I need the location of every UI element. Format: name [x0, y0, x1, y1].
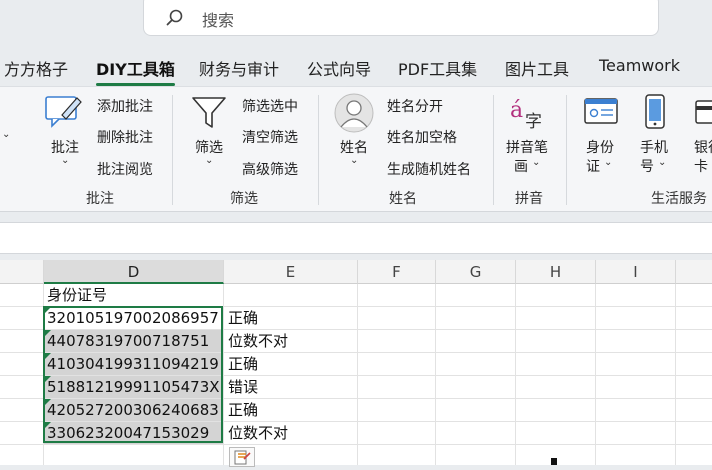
tab-finance-audit[interactable]: 财务与审计: [199, 56, 279, 80]
cell-result[interactable]: 正确: [228, 353, 258, 375]
group-label-name: 姓名: [389, 191, 417, 207]
cell-d1[interactable]: 身份证号: [47, 284, 107, 306]
chevron-down-icon[interactable]: ⌄: [658, 157, 666, 168]
chevron-down-icon[interactable]: ⌄: [604, 157, 612, 168]
column-header-d[interactable]: D: [44, 260, 224, 284]
group-label-annotate: 批注: [86, 191, 114, 207]
filter-button[interactable]: 筛选: [195, 137, 223, 157]
title-bar: 搜索: [0, 0, 712, 44]
id-card-icon: [584, 98, 618, 124]
annotate-button[interactable]: 批注: [51, 137, 79, 157]
formula-bar[interactable]: [0, 222, 712, 254]
ribbon-tabs: 方方格子 DIY工具箱 财务与审计 公式向导 PDF工具集 图片工具 Teamw…: [0, 50, 712, 86]
svg-text:字: 字: [525, 112, 542, 131]
cell-result[interactable]: 错误: [228, 376, 258, 398]
group-label-filter: 筛选: [230, 191, 258, 207]
delete-comment-button[interactable]: 删除批注: [97, 127, 153, 147]
chevron-down-icon[interactable]: ⌄: [2, 129, 10, 140]
cell-result[interactable]: 正确: [228, 399, 258, 421]
column-header-blank: [0, 260, 44, 284]
clear-filter-button[interactable]: 清空筛选: [242, 127, 298, 147]
chevron-down-icon[interactable]: ⌄: [350, 155, 358, 166]
tab-fangfang[interactable]: 方方格子: [4, 56, 68, 80]
random-name-button[interactable]: 生成随机姓名: [387, 159, 471, 179]
chevron-down-icon[interactable]: ⌄: [205, 155, 213, 166]
ribbon-panel: ⌄ 批注 ⌄ 添加批注 删除批注 批注阅览 批注 筛选 ⌄ 筛选选中 清空筛选 …: [0, 86, 712, 212]
tab-diy-toolbox[interactable]: DIY工具箱: [96, 56, 175, 86]
filter-funnel-icon: [192, 97, 226, 128]
svg-text:á: á: [510, 98, 523, 123]
spreadsheet-grid[interactable]: D E F G H I 身份证号 320105197002086957 正确 4…: [0, 260, 712, 467]
tab-pdf-tools[interactable]: PDF工具集: [398, 56, 477, 80]
id-card-button[interactable]: 身份: [586, 137, 614, 157]
tab-formula-wizard[interactable]: 公式向导: [307, 56, 371, 80]
column-header-e[interactable]: E: [224, 260, 358, 284]
group-divider: [172, 95, 173, 205]
id-card-button-line2[interactable]: 证: [586, 156, 600, 176]
add-comment-button[interactable]: 添加批注: [97, 96, 153, 116]
selection-range-border[interactable]: [43, 306, 223, 443]
mouse-cursor-icon: [551, 458, 557, 465]
search-box[interactable]: 搜索: [143, 0, 659, 36]
bank-card-button-line2[interactable]: 卡: [694, 156, 708, 176]
grid-line: [0, 444, 712, 445]
search-placeholder: 搜索: [202, 11, 235, 30]
group-label-pinyin: 拼音: [515, 191, 543, 207]
group-label-life-services: 生活服务: [651, 191, 707, 207]
cell-result[interactable]: 位数不对: [228, 330, 288, 352]
tab-image-tools[interactable]: 图片工具: [505, 56, 569, 80]
chevron-down-icon[interactable]: ⌄: [532, 157, 540, 168]
column-header-j[interactable]: [676, 260, 712, 284]
filter-selected-button[interactable]: 筛选选中: [242, 96, 298, 116]
phone-number-button[interactable]: 手机: [640, 137, 668, 157]
column-header-i[interactable]: I: [596, 260, 676, 284]
advanced-filter-button[interactable]: 高级筛选: [242, 159, 298, 179]
search-icon: [166, 9, 183, 26]
column-header-h[interactable]: H: [516, 260, 596, 284]
pinyin-stroke-button[interactable]: 拼音笔: [506, 137, 548, 157]
pinyin-icon: á 字: [510, 98, 542, 131]
column-header-f[interactable]: F: [358, 260, 436, 284]
view-comments-button[interactable]: 批注阅览: [97, 159, 153, 179]
bank-card-icon: [695, 100, 712, 124]
bank-card-button[interactable]: 银行: [694, 137, 712, 157]
split-name-button[interactable]: 姓名分开: [387, 96, 443, 116]
cell-result[interactable]: 位数不对: [228, 422, 288, 444]
column-header-g[interactable]: G: [436, 260, 516, 284]
chevron-down-icon[interactable]: ⌄: [61, 155, 69, 166]
mobile-phone-icon: [645, 94, 665, 129]
group-divider: [493, 95, 494, 205]
name-button[interactable]: 姓名: [340, 137, 368, 157]
cell-result[interactable]: 正确: [228, 307, 258, 329]
person-avatar-icon: [334, 93, 374, 133]
pinyin-stroke-button-line2[interactable]: 画: [514, 156, 528, 176]
name-add-space-button[interactable]: 姓名加空格: [387, 127, 457, 147]
smart-tag-button[interactable]: [229, 447, 255, 467]
annotate-pen-icon: [45, 96, 82, 128]
group-divider: [566, 95, 567, 205]
phone-number-button-line2[interactable]: 号: [640, 156, 654, 176]
group-divider: [318, 95, 319, 205]
tab-teamwork[interactable]: Teamwork: [599, 56, 680, 75]
paste-options-icon: [234, 450, 251, 465]
